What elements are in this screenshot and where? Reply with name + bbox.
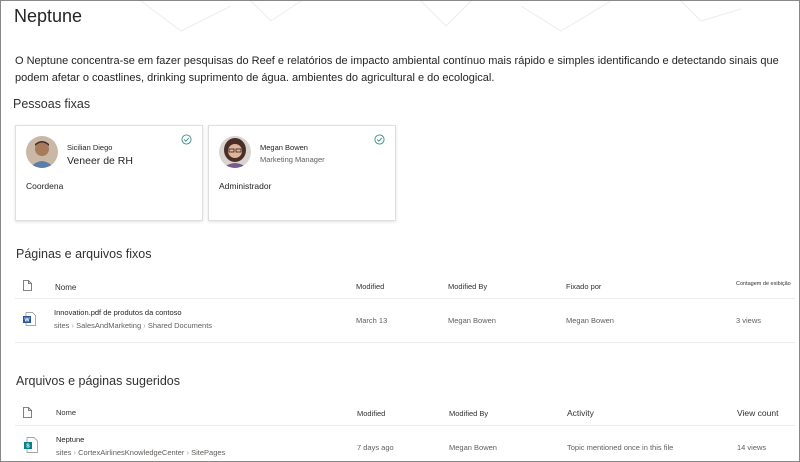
path-segment: sites [54,321,70,330]
file-path: sites › CortexAirlinesKnowledgeCenter › … [56,448,225,457]
sharepoint-page-icon: S [24,437,38,453]
path-segment: Shared Documents [147,321,213,330]
modified-by-value: Megan Bowen [448,316,496,325]
people-section-heading: Pessoas fixas [13,97,91,111]
avatar [26,136,58,168]
column-header-activity[interactable]: Activity [567,408,594,418]
column-header-name[interactable]: Nome [55,283,76,292]
column-header-view-count[interactable]: View count [737,408,778,418]
chevron-right-icon: › [143,321,146,330]
person-name: Sicilian Diego [67,143,113,152]
svg-text:W: W [24,318,30,324]
column-header-view-count[interactable]: Contagem de exibição [736,281,791,287]
page-title: Neptune [14,6,83,26]
pinned-section-heading: Páginas e arquivos fixos [16,247,152,261]
file-name[interactable]: Innovation.pdf de produtos da contoso [54,308,182,317]
modified-value: March 13 [356,316,388,325]
avatar [219,136,251,168]
file-name[interactable]: Neptune [56,435,84,444]
path-segment: SalesAndMarketing [76,321,142,330]
pinned-by-value: Megan Bowen [566,316,614,325]
divider [15,342,795,343]
chevron-right-icon: › [186,448,190,457]
person-title: Marketing Manager [260,155,325,164]
divider [15,425,795,426]
modified-value: 7 days ago [357,443,394,452]
column-header-modified-by[interactable]: Modified By [448,282,487,291]
person-role: Administrador [219,181,272,191]
svg-text:S: S [26,444,30,450]
chevron-right-icon: › [73,448,77,457]
path-segment: CortexAirlinesKnowledgeCenter [78,448,185,457]
word-file-icon: W [23,312,36,326]
person-name: Megan Bowen [260,143,308,152]
person-role: Coordena [26,181,64,191]
column-header-name[interactable]: Nome [56,408,76,417]
file-type-column-icon [23,407,32,418]
views-value: 14 views [737,443,767,452]
modified-by-value: Megan Bowen [449,443,497,452]
column-header-modified[interactable]: Modified [356,282,384,291]
chevron-right-icon: › [71,321,75,330]
divider [15,298,795,299]
app-window: Neptune O Neptune concentra-se em fazer … [0,0,800,462]
file-type-column-icon [23,280,32,291]
verified-check-icon [374,134,385,145]
column-header-modified-by[interactable]: Modified By [449,409,488,418]
person-title: Veneer de RH [67,155,133,167]
views-value: 3 views [736,316,762,325]
person-card[interactable]: Sicilian Diego Veneer de RH Coordena [15,125,203,221]
column-header-modified[interactable]: Modified [357,409,385,418]
page-description: O Neptune concentra-se em fazer pesquisa… [15,55,779,84]
person-card[interactable]: Megan Bowen Marketing Manager Administra… [208,125,396,221]
path-segment: sites [56,448,72,457]
column-header-pinned-by[interactable]: Fixado por [566,282,601,291]
activity-value: Topic mentioned once in this file [567,443,674,452]
file-path: sites › SalesAndMarketing › Shared Docum… [54,321,212,330]
verified-check-icon [181,134,192,145]
path-segment: SitePages [191,448,226,457]
header-decoration [140,1,742,32]
suggested-section-heading: Arquivos e páginas sugeridos [16,374,180,388]
